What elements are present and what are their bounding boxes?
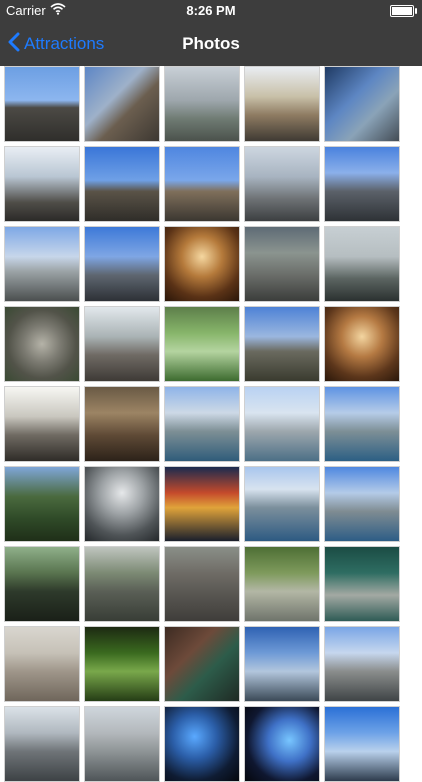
photo-thumbnail[interactable] <box>244 226 320 302</box>
photo-grid <box>4 66 404 782</box>
photo-thumbnail[interactable] <box>324 546 400 622</box>
photo-thumbnail[interactable] <box>84 226 160 302</box>
status-time: 8:26 PM <box>186 3 236 18</box>
photo-thumbnail[interactable] <box>324 626 400 702</box>
battery-icon <box>390 5 417 17</box>
photo-thumbnail[interactable] <box>164 226 240 302</box>
photo-thumbnail[interactable] <box>164 626 240 702</box>
photo-thumbnail[interactable] <box>4 466 80 542</box>
photo-thumbnail[interactable] <box>4 386 80 462</box>
photo-thumbnail[interactable] <box>84 146 160 222</box>
photo-thumbnail[interactable] <box>4 626 80 702</box>
photo-thumbnail[interactable] <box>324 226 400 302</box>
photo-thumbnail[interactable] <box>4 66 80 142</box>
page-title: Photos <box>182 34 240 53</box>
photo-thumbnail[interactable] <box>164 306 240 382</box>
photo-thumbnail[interactable] <box>84 386 160 462</box>
photo-thumbnail[interactable] <box>4 146 80 222</box>
photo-thumbnail[interactable] <box>244 546 320 622</box>
photo-thumbnail[interactable] <box>164 546 240 622</box>
photo-thumbnail[interactable] <box>324 706 400 782</box>
photo-thumbnail[interactable] <box>84 706 160 782</box>
navigation-bar: Attractions Photos <box>0 22 422 66</box>
photo-thumbnail[interactable] <box>84 66 160 142</box>
photo-thumbnail[interactable] <box>244 146 320 222</box>
photo-thumbnail[interactable] <box>164 386 240 462</box>
photo-thumbnail[interactable] <box>324 146 400 222</box>
photo-thumbnail[interactable] <box>4 306 80 382</box>
photo-thumbnail[interactable] <box>164 706 240 782</box>
photo-thumbnail[interactable] <box>84 306 160 382</box>
photo-thumbnail[interactable] <box>4 226 80 302</box>
photo-thumbnail[interactable] <box>164 146 240 222</box>
photo-thumbnail[interactable] <box>244 626 320 702</box>
photo-thumbnail[interactable] <box>244 706 320 782</box>
photo-thumbnail[interactable] <box>244 466 320 542</box>
status-bar: Carrier 8:26 PM <box>0 0 422 22</box>
photo-thumbnail[interactable] <box>164 66 240 142</box>
photo-thumbnail[interactable] <box>84 546 160 622</box>
battery-fill <box>392 7 412 15</box>
photo-thumbnail[interactable] <box>4 546 80 622</box>
photo-thumbnail[interactable] <box>84 626 160 702</box>
photo-thumbnail[interactable] <box>324 466 400 542</box>
photo-thumbnail[interactable] <box>244 386 320 462</box>
photo-thumbnail[interactable] <box>4 706 80 782</box>
photo-thumbnail[interactable] <box>324 66 400 142</box>
photo-thumbnail[interactable] <box>84 466 160 542</box>
photo-thumbnail[interactable] <box>244 66 320 142</box>
photo-thumbnail[interactable] <box>164 466 240 542</box>
photo-thumbnail[interactable] <box>244 306 320 382</box>
photo-thumbnail[interactable] <box>324 386 400 462</box>
photo-thumbnail[interactable] <box>324 306 400 382</box>
